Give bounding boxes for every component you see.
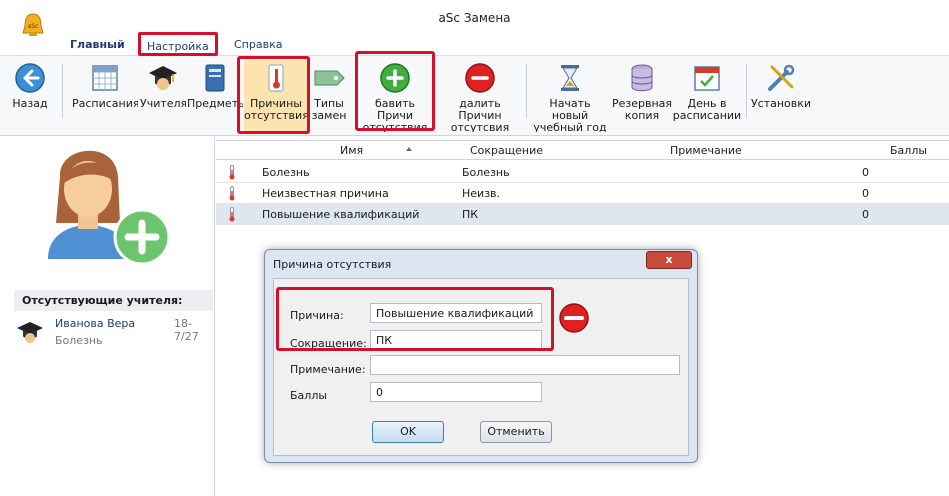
note-input[interactable] xyxy=(370,355,680,375)
book-icon xyxy=(205,64,225,92)
column-header-score[interactable]: Баллы xyxy=(890,144,927,157)
backup-button[interactable]: Резервная копия xyxy=(612,60,672,132)
remove-minus-icon[interactable] xyxy=(557,302,591,334)
calendar-check-icon xyxy=(694,66,720,91)
substitution-types-label-2: замен xyxy=(311,109,347,122)
settings-label: Установки xyxy=(750,97,812,110)
absence-reason-dialog: Причина отсутствия x Причина: Сокращение… xyxy=(264,249,698,463)
back-label: Назад xyxy=(12,97,48,110)
teachers-label: Учителя xyxy=(140,97,186,110)
left-pane: Отсутствующие учителя: Иванова Вера 18-7… xyxy=(0,137,215,496)
column-header-abbr[interactable]: Сокращение xyxy=(470,144,543,157)
timetables-button[interactable]: Расписания xyxy=(72,60,138,132)
row-score: 0 xyxy=(862,187,869,200)
subjects-label: Предметы xyxy=(187,97,243,110)
tab-settings[interactable]: Настройка xyxy=(138,32,218,56)
absence-reasons-label-2: отсутствия xyxy=(244,109,308,122)
absent-teacher-reason: Болезнь xyxy=(55,334,103,347)
new-school-year-label-1: Начать новый xyxy=(549,97,591,122)
new-school-year-button[interactable]: Начать новый учебный год xyxy=(530,60,610,132)
delete-reason-label-1: далить Причин xyxy=(458,97,502,122)
back-arrow-icon xyxy=(15,63,45,93)
day-in-schedule-button[interactable]: День в расписании xyxy=(672,60,742,132)
graduation-cap-icon xyxy=(149,66,177,90)
toolbar: Назад Расписания Учителя Предметы Причин… xyxy=(0,56,949,136)
timetables-label: Расписания xyxy=(72,97,138,110)
row-name: Повышение квалификаций xyxy=(262,208,420,221)
add-reason-button[interactable]: бавить Причи отсутствия xyxy=(358,60,432,132)
teachers-button[interactable]: Учителя xyxy=(140,60,186,132)
abbr-label: Сокращение: xyxy=(290,337,367,350)
row-name: Неизвестная причина xyxy=(262,187,389,200)
window-title: aSc Замена xyxy=(438,11,511,25)
row-score: 0 xyxy=(862,208,869,221)
sort-ascending-icon xyxy=(406,147,412,151)
thermometer-icon xyxy=(229,207,235,222)
substitution-types-button[interactable]: Типы замен xyxy=(310,60,348,132)
title-bar: aSc aSc Замена xyxy=(0,0,949,38)
table-header: Имя Сокращение Примечание Баллы xyxy=(216,140,949,160)
thermometer-icon xyxy=(268,64,284,92)
tab-main[interactable]: Главный xyxy=(62,36,133,56)
tab-help[interactable]: Справка xyxy=(226,36,290,56)
thermometer-icon xyxy=(229,186,235,201)
database-icon xyxy=(631,64,653,92)
absent-teacher-name: Иванова Вера xyxy=(55,317,136,330)
column-header-name[interactable]: Имя xyxy=(340,144,363,157)
toolbar-separator xyxy=(526,64,527,118)
table-row-selected[interactable]: Повышение квалификаций ПК 0 xyxy=(216,204,949,225)
new-school-year-label-2: учебный год xyxy=(533,121,607,133)
toolbar-separator xyxy=(746,64,747,118)
table-row[interactable]: Болезнь Болезнь 0 xyxy=(216,162,949,183)
absence-reasons-button[interactable]: Причины отсутствия xyxy=(244,60,308,132)
add-reason-label-1: бавить Причи xyxy=(374,97,416,122)
ok-button[interactable]: OK xyxy=(372,421,444,443)
score-input[interactable] xyxy=(370,382,542,402)
column-header-note[interactable]: Примечание xyxy=(670,144,742,157)
remove-minus-icon xyxy=(465,63,495,93)
ribbon-tabs: Главный Настройка Справка xyxy=(0,32,949,56)
cancel-button[interactable]: Отменить xyxy=(480,421,552,443)
absent-teacher-item[interactable]: Иванова Вера 18-7/27 Болезнь xyxy=(14,315,214,349)
abbr-input[interactable] xyxy=(370,330,542,350)
reason-input[interactable] xyxy=(370,303,542,323)
delete-reason-button[interactable]: далить Причин отсутсвия xyxy=(440,60,520,132)
dialog-title: Причина отсутствия xyxy=(273,258,392,271)
toolbar-separator xyxy=(62,64,63,118)
row-abbr: Болезнь xyxy=(462,166,510,179)
thermometer-icon xyxy=(229,165,235,180)
note-label: Примечание: xyxy=(290,363,366,376)
add-teacher-avatar-icon[interactable] xyxy=(38,137,178,269)
reason-label: Причина: xyxy=(290,309,344,322)
tag-icon xyxy=(314,70,345,86)
table-row[interactable]: Неизвестная причина Неизв. 0 xyxy=(216,183,949,204)
settings-button[interactable]: Установки xyxy=(750,60,812,132)
row-abbr: Неизв. xyxy=(462,187,501,200)
hourglass-icon xyxy=(561,65,579,91)
add-plus-icon xyxy=(380,63,410,93)
row-abbr: ПК xyxy=(462,208,479,221)
absent-teacher-date: 18-7/27 xyxy=(174,317,199,343)
add-reason-label-2: отсутствия xyxy=(362,121,428,133)
subjects-button[interactable]: Предметы xyxy=(187,60,243,132)
back-button[interactable]: Назад xyxy=(10,60,50,132)
row-name: Болезнь xyxy=(262,166,310,179)
tools-icon xyxy=(768,64,795,91)
dialog-body: Причина: Сокращение: Примечание: Баллы O… xyxy=(273,278,689,456)
dialog-close-button[interactable]: x xyxy=(646,251,692,269)
backup-label-2: копия xyxy=(624,109,660,122)
timetable-grid-icon xyxy=(92,65,118,91)
graduation-cap-icon xyxy=(17,322,43,343)
absent-teachers-header: Отсутствующие учителя: xyxy=(14,290,213,311)
delete-reason-label-2: отсутсвия xyxy=(450,121,510,133)
score-label: Баллы xyxy=(290,389,328,402)
day-in-schedule-label-2: расписании xyxy=(672,109,742,122)
row-score: 0 xyxy=(862,166,869,179)
